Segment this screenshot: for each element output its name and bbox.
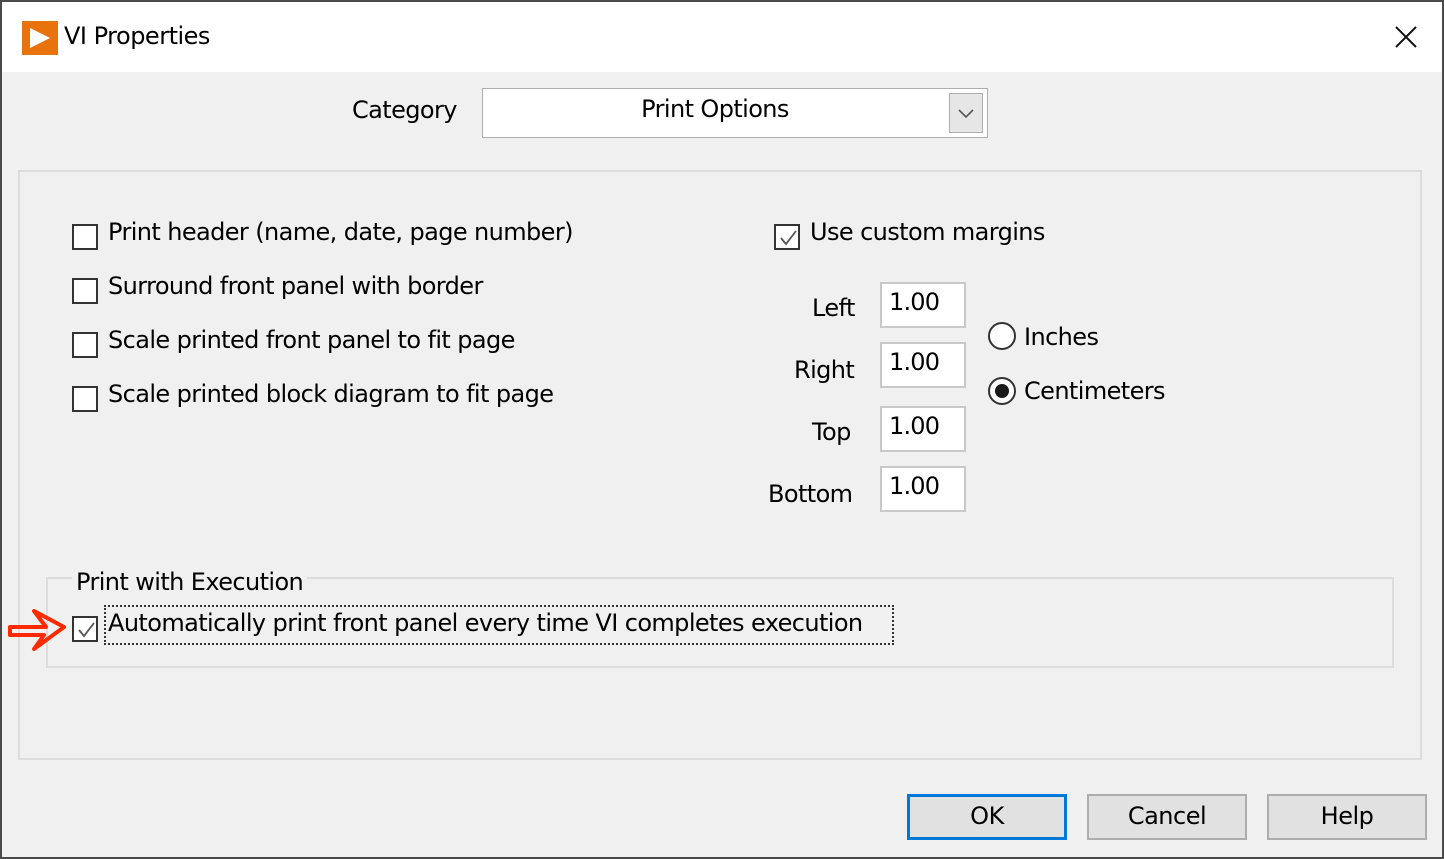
ok-button[interactable]: OK — [907, 794, 1067, 840]
scale-front-panel-checkbox[interactable] — [72, 332, 98, 358]
margin-right-label: Right — [794, 356, 855, 384]
print-header-checkbox[interactable] — [72, 224, 98, 250]
dropdown-button[interactable] — [949, 93, 983, 133]
scale-front-panel-label[interactable]: Scale printed front panel to fit page — [108, 326, 515, 354]
category-select[interactable]: Print Options — [482, 88, 988, 138]
auto-print-label[interactable]: Automatically print front panel every ti… — [108, 609, 863, 637]
centimeters-radio[interactable] — [988, 377, 1016, 405]
category-selected-value: Print Options — [641, 95, 789, 123]
print-with-execution-legend: Print with Execution — [72, 568, 308, 596]
inches-radio[interactable] — [988, 322, 1016, 350]
margin-right-input[interactable]: 1.00 — [880, 342, 966, 388]
category-label: Category — [352, 96, 457, 124]
margin-left-input[interactable]: 1.00 — [880, 282, 966, 328]
radio-selected-dot — [995, 384, 1009, 398]
window-title: VI Properties — [64, 22, 210, 50]
margin-bottom-input[interactable]: 1.00 — [880, 466, 966, 512]
cancel-button[interactable]: Cancel — [1087, 794, 1247, 840]
margin-left-label: Left — [812, 294, 855, 322]
margin-top-input[interactable]: 1.00 — [880, 406, 966, 452]
labview-play-icon — [22, 21, 58, 55]
use-custom-margins-label[interactable]: Use custom margins — [810, 218, 1045, 246]
close-button[interactable] — [1386, 20, 1426, 56]
margin-top-label: Top — [812, 418, 851, 446]
inches-label[interactable]: Inches — [1024, 323, 1099, 351]
options-panel — [18, 170, 1422, 760]
centimeters-label[interactable]: Centimeters — [1024, 377, 1166, 405]
chevron-down-icon — [958, 109, 974, 119]
checkmark-icon — [780, 230, 797, 246]
dialog-window: VI Properties Category Print Options Pri… — [0, 0, 1444, 859]
scale-block-diagram-checkbox[interactable] — [72, 386, 98, 412]
help-button[interactable]: Help — [1267, 794, 1427, 840]
auto-print-checkbox[interactable] — [72, 616, 98, 642]
print-header-label[interactable]: Print header (name, date, page number) — [108, 218, 573, 246]
surround-border-label[interactable]: Surround front panel with border — [108, 272, 483, 300]
scale-block-diagram-label[interactable]: Scale printed block diagram to fit page — [108, 380, 554, 408]
title-bar: VI Properties — [2, 2, 1442, 72]
close-icon — [1395, 26, 1417, 48]
red-arrow-annotation-icon — [8, 609, 66, 651]
margin-bottom-label: Bottom — [768, 480, 853, 508]
checkmark-icon — [78, 622, 95, 638]
use-custom-margins-checkbox[interactable] — [774, 224, 800, 250]
surround-border-checkbox[interactable] — [72, 278, 98, 304]
